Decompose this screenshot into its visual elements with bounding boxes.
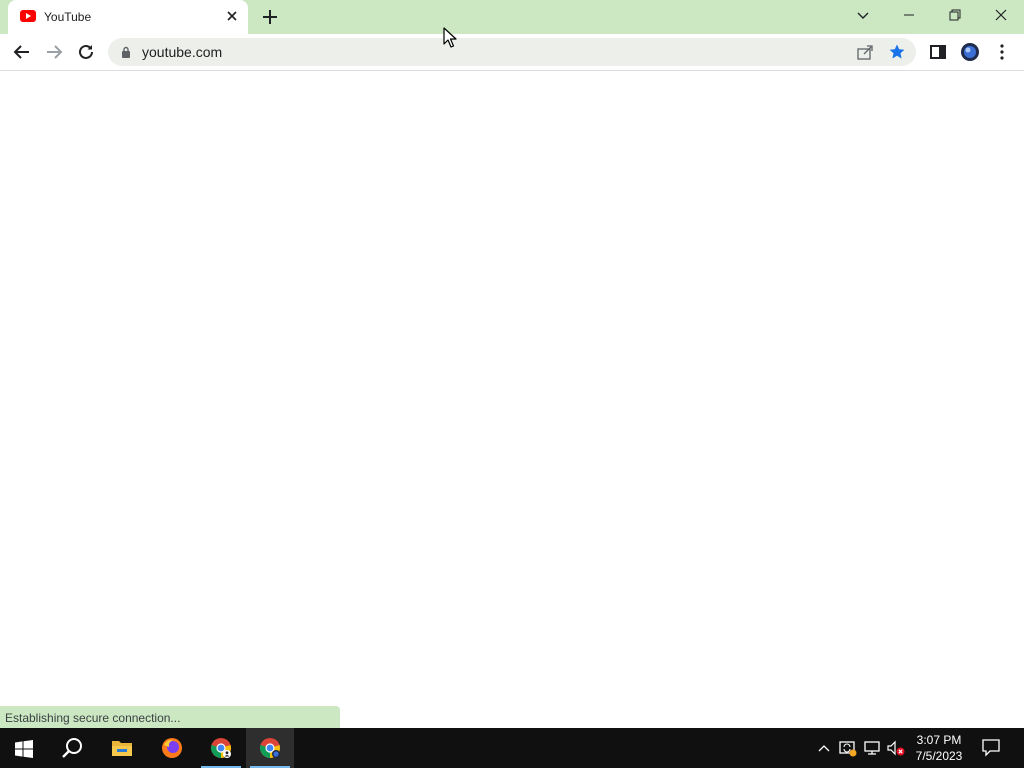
- title-bar: YouTube: [0, 0, 1024, 34]
- mouse-cursor-icon: [443, 27, 457, 48]
- bookmark-star-icon[interactable]: [888, 43, 906, 61]
- status-text: Establishing secure connection...: [5, 711, 181, 725]
- windows-start-icon: [15, 740, 33, 758]
- file-explorer-icon: [112, 741, 132, 756]
- taskbar-firefox[interactable]: [148, 728, 196, 768]
- status-bubble: Establishing secure connection...: [0, 706, 340, 728]
- windows-start-button[interactable]: [0, 728, 48, 768]
- new-tab-button[interactable]: [260, 7, 280, 27]
- tab-title: YouTube: [44, 10, 92, 24]
- restore-button[interactable]: [945, 5, 965, 25]
- taskbar-file-explorer[interactable]: [98, 728, 146, 768]
- menu-kebab-icon[interactable]: [992, 42, 1012, 62]
- update-tray-icon[interactable]: [838, 738, 858, 758]
- address-bar[interactable]: youtube.com: [108, 38, 916, 66]
- close-tab-icon[interactable]: [224, 8, 240, 24]
- profile-avatar-icon[interactable]: [960, 42, 980, 62]
- tab-search-chevron-icon[interactable]: [853, 5, 873, 25]
- notification-center-icon[interactable]: [980, 736, 1002, 758]
- volume-muted-icon[interactable]: [886, 738, 906, 758]
- minimize-button[interactable]: [899, 5, 919, 25]
- url-text[interactable]: youtube.com: [142, 44, 222, 60]
- clock-time: 3:07 PM: [916, 733, 962, 747]
- youtube-icon: [20, 10, 36, 22]
- page-content: [0, 71, 1024, 728]
- browser-toolbar: youtube.com: [0, 34, 1024, 71]
- chrome-icon: [211, 738, 231, 758]
- share-icon[interactable]: [856, 43, 874, 61]
- close-window-button[interactable]: [991, 5, 1011, 25]
- search-icon: [62, 738, 82, 758]
- back-arrow-icon[interactable]: [12, 42, 32, 62]
- side-panel-icon[interactable]: [928, 42, 948, 62]
- firefox-icon: [162, 738, 182, 758]
- forward-arrow-icon[interactable]: [44, 42, 64, 62]
- taskbar-chrome-1[interactable]: [197, 728, 245, 768]
- search-button[interactable]: [48, 728, 96, 768]
- clock-date: 7/5/2023: [915, 749, 963, 763]
- lock-icon[interactable]: [120, 46, 132, 58]
- show-hidden-icons-chevron-icon[interactable]: [814, 738, 834, 758]
- network-icon[interactable]: [862, 738, 882, 758]
- tab-youtube[interactable]: YouTube: [8, 0, 248, 34]
- chrome-icon: [260, 738, 280, 758]
- reload-icon[interactable]: [76, 42, 96, 62]
- taskbar: 3:07 PM 7/5/2023: [0, 728, 1024, 768]
- taskbar-clock[interactable]: 3:07 PM 7/5/2023: [908, 732, 970, 764]
- taskbar-chrome-2[interactable]: [246, 728, 294, 768]
